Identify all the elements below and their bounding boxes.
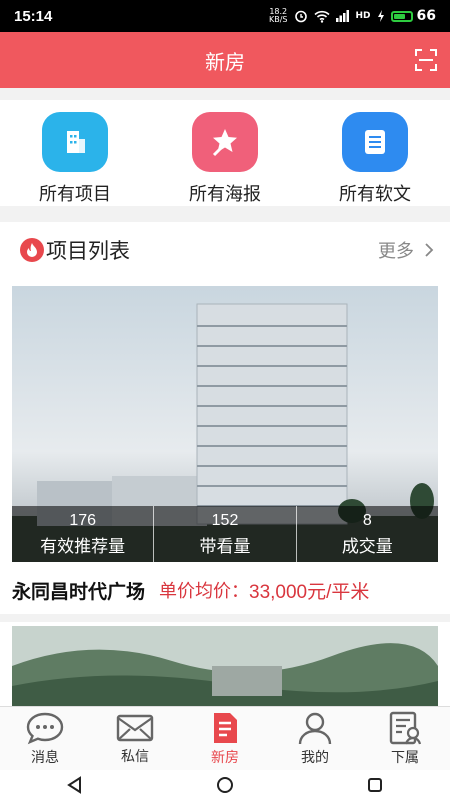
project-card[interactable] (0, 622, 450, 712)
more-label: 更多 (378, 241, 414, 262)
tab-subordinates[interactable]: 下属 (360, 707, 450, 771)
quick-link-label: 所有海报 (189, 184, 261, 205)
chat-icon (26, 712, 64, 745)
tab-label: 新房 (211, 750, 239, 766)
alarm-icon (294, 10, 307, 23)
quick-link-label: 所有软文 (339, 184, 411, 205)
quick-link-label: 所有项目 (39, 184, 111, 205)
bottom-tab-bar: 消息 私信 新房 我的 下属 (0, 706, 450, 771)
recents-icon[interactable] (366, 776, 384, 794)
hd-badge: HD (355, 11, 371, 21)
network-speed: 18.2 KB/S (269, 8, 288, 24)
project-card[interactable]: 176 有效推荐量 152 带看量 8 成交量 永同昌时代广场 单价均价： 33… (0, 278, 450, 614)
stat-deals: 8 成交量 (297, 506, 438, 562)
mail-icon (116, 714, 154, 742)
chevron-right-icon (425, 243, 434, 257)
project-list-header: 项目列表 更多 (0, 222, 450, 278)
battery-icon (390, 10, 413, 22)
star-icon (192, 112, 258, 172)
stat-value: 176 (69, 511, 97, 529)
system-nav-bar (0, 770, 450, 800)
stat-viewings: 152 带看量 (154, 506, 297, 562)
subordinate-icon (389, 711, 422, 745)
tab-mine[interactable]: 我的 (270, 707, 360, 771)
battery: 66 (390, 8, 436, 24)
stat-recommendations: 176 有效推荐量 (12, 506, 155, 562)
project-stats: 176 有效推荐量 152 带看量 8 成交量 (12, 506, 438, 562)
stat-value: 152 (211, 511, 239, 529)
fire-icon (20, 238, 44, 262)
battery-level: 66 (416, 8, 436, 24)
project-name: 永同昌时代广场 (12, 580, 146, 603)
wifi-icon (313, 10, 330, 23)
project-image (12, 626, 438, 712)
user-icon (298, 712, 332, 745)
app-header: 新房 (0, 32, 450, 88)
quick-link-projects[interactable]: 所有项目 (10, 112, 140, 206)
section-title: 项目列表 (46, 239, 130, 263)
quick-link-posters[interactable]: 所有海报 (160, 112, 290, 206)
price-value: 33,000元/平米 (249, 581, 370, 603)
more-link[interactable]: 更多 (378, 237, 434, 263)
house-doc-icon (214, 713, 237, 743)
tab-label: 消息 (31, 750, 59, 766)
building-icon (42, 112, 108, 172)
tab-label: 私信 (121, 749, 149, 765)
page-title: 新房 (205, 49, 245, 74)
quick-links: 所有项目 所有海报 所有软文 (0, 100, 450, 206)
project-image: 176 有效推荐量 152 带看量 8 成交量 (12, 286, 438, 562)
charging-icon (377, 10, 384, 22)
stat-label: 有效推荐量 (40, 536, 126, 557)
signal-icon (335, 10, 349, 22)
scan-icon[interactable] (414, 48, 438, 72)
tab-label: 我的 (301, 750, 329, 766)
status-time: 15:14 (14, 7, 53, 25)
status-bar: 15:14 18.2 KB/S HD 66 (0, 0, 450, 32)
document-icon (342, 112, 408, 172)
home-icon[interactable] (216, 776, 234, 794)
network-speed-unit: KB/S (268, 15, 288, 24)
tab-private-messages[interactable]: 私信 (90, 707, 180, 771)
back-icon[interactable] (66, 776, 84, 794)
tab-new-homes[interactable]: 新房 (180, 707, 270, 771)
stat-label: 带看量 (199, 536, 251, 557)
stat-value: 8 (362, 511, 372, 529)
price-label: 单价均价： (159, 581, 250, 602)
stat-label: 成交量 (341, 536, 393, 557)
project-info: 永同昌时代广场 单价均价： 33,000元/平米 (0, 570, 450, 610)
quick-link-articles[interactable]: 所有软文 (310, 112, 440, 206)
tab-label: 下属 (391, 750, 419, 766)
tab-messages[interactable]: 消息 (0, 707, 90, 771)
status-icons: 18.2 KB/S HD 66 (269, 8, 436, 25)
